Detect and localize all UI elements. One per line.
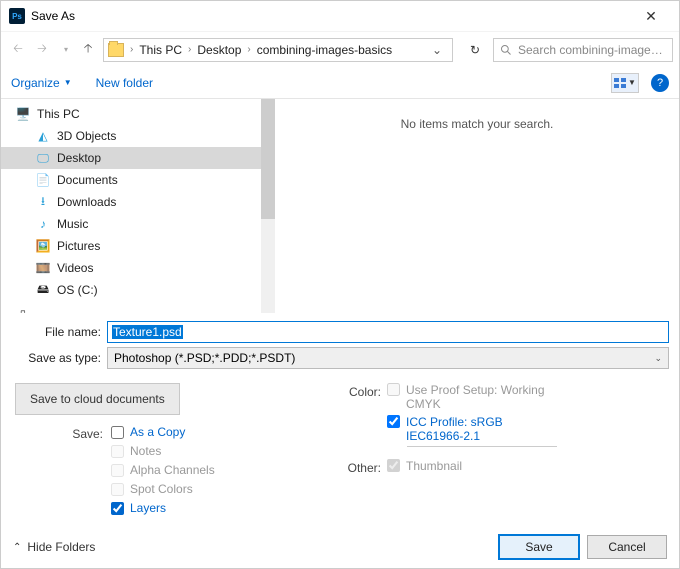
network-icon: 🖧 [15,311,31,313]
chevron-down-icon: ⌄ [654,353,662,364]
documents-icon: 📄 [35,173,51,187]
videos-icon: 🎞️ [35,261,51,275]
downloads-icon: ⭳ [35,195,51,209]
search-input[interactable]: Search combining-images-b... [493,38,673,62]
chevron-down-icon: ▼ [628,78,636,87]
view-options-button[interactable]: ▼ [611,73,639,93]
save-button[interactable]: Save [499,535,579,559]
chevron-right-icon: › [186,44,193,55]
help-button[interactable]: ? [651,74,669,92]
chevron-up-icon: ⌃ [13,542,21,553]
refresh-button[interactable]: ↻ [461,43,489,57]
organize-menu[interactable]: Organize ▼ [11,76,72,90]
filename-value: Texture1.psd [112,325,183,339]
breadcrumb-item[interactable]: combining-images-basics [253,43,396,57]
save-cloud-button[interactable]: Save to cloud documents [15,383,180,415]
icc-checkbox[interactable]: ICC Profile: sRGB IEC61966-2.1 [387,415,669,443]
proof-checkbox: Use Proof Setup: Working CMYK [387,383,669,411]
sidebar-item-network[interactable]: 🖧 Network [1,307,261,313]
search-placeholder: Search combining-images-b... [518,43,666,57]
cancel-button[interactable]: Cancel [587,535,667,559]
sidebar-item-pictures[interactable]: 🖼️ Pictures [1,235,261,257]
address-dropdown[interactable]: ⌄ [426,43,448,57]
sidebar-item-desktop[interactable]: 🖵 Desktop [1,147,261,169]
scrollbar-thumb[interactable] [261,99,275,219]
spot-checkbox: Spot Colors [111,482,215,496]
other-label: Other: [341,459,387,475]
thumbnail-checkbox: Thumbnail [387,459,669,473]
close-button[interactable]: ✕ [631,8,671,25]
sidebar-item-3dobjects[interactable]: ◭ 3D Objects [1,125,261,147]
chevron-right-icon: › [128,44,135,55]
view-icon [614,78,626,88]
sidebar-item-osc[interactable]: 🖴 OS (C:) [1,279,261,301]
sidebar-item-music[interactable]: ♪ Music [1,213,261,235]
save-options-label: Save: [11,425,111,441]
layers-checkbox[interactable]: Layers [111,501,215,515]
hide-folders-toggle[interactable]: ⌃ Hide Folders [13,540,95,554]
as-copy-checkbox[interactable]: As a Copy [111,425,215,439]
notes-checkbox: Notes [111,444,215,458]
back-button[interactable]: 🡠 [7,39,29,61]
forward-button[interactable]: 🡢 [31,39,53,61]
drive-icon: 🖴 [35,283,51,297]
empty-message: No items match your search. [275,117,679,131]
search-icon [500,44,512,56]
savetype-value: Photoshop (*.PSD;*.PDD;*.PSDT) [114,351,295,365]
window-title: Save As [31,9,631,23]
app-icon: Ps [9,8,25,24]
sidebar-item-documents[interactable]: 📄 Documents [1,169,261,191]
breadcrumb-item[interactable]: Desktop [193,43,245,57]
sidebar-scrollbar[interactable] [261,99,275,313]
filename-input[interactable]: Texture1.psd [107,321,669,343]
pc-icon: 🖥️ [15,107,31,121]
recent-dropdown[interactable]: ▾ [55,39,77,61]
address-bar[interactable]: › This PC › Desktop › combining-images-b… [103,38,453,62]
file-list-pane[interactable]: No items match your search. [275,99,679,313]
new-folder-button[interactable]: New folder [96,76,153,90]
sidebar-item-downloads[interactable]: ⭳ Downloads [1,191,261,213]
color-label: Color: [341,383,387,455]
separator [407,446,557,447]
sidebar[interactable]: 🖥️ This PC ◭ 3D Objects 🖵 Desktop 📄 Docu… [1,99,261,313]
sidebar-item-videos[interactable]: 🎞️ Videos [1,257,261,279]
savetype-label: Save as type: [11,351,107,365]
alpha-checkbox: Alpha Channels [111,463,215,477]
pictures-icon: 🖼️ [35,239,51,253]
3d-icon: ◭ [35,129,51,143]
breadcrumb-item[interactable]: This PC [135,43,186,57]
chevron-down-icon: ▼ [64,78,72,87]
up-button[interactable]: 🡡 [79,39,97,60]
sidebar-item-thispc[interactable]: 🖥️ This PC [1,103,261,125]
filename-label: File name: [11,325,107,339]
music-icon: ♪ [35,217,51,231]
chevron-right-icon: › [245,44,252,55]
savetype-select[interactable]: Photoshop (*.PSD;*.PDD;*.PSDT) ⌄ [107,347,669,369]
desktop-icon: 🖵 [35,151,51,165]
folder-icon [108,43,124,57]
